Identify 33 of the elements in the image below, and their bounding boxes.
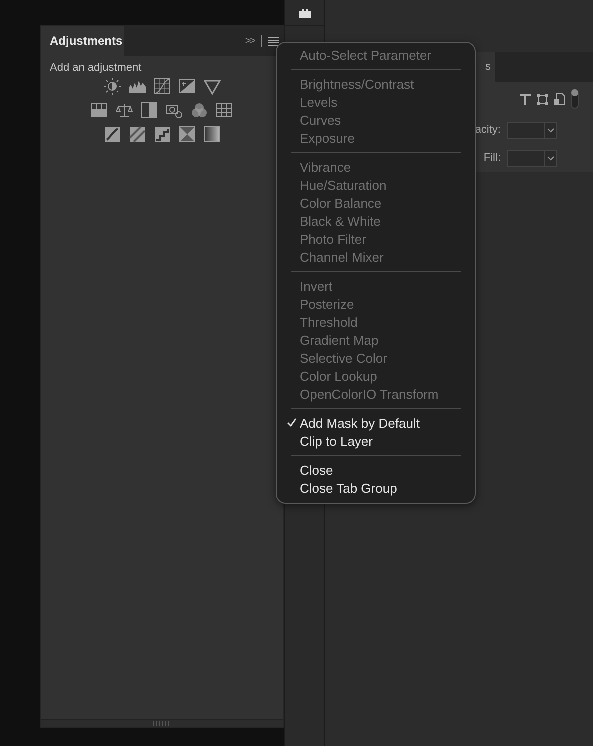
menu-item[interactable]: Close (277, 461, 475, 479)
panel-subtitle: Add an adjustment (50, 62, 143, 74)
scales-icon[interactable] (116, 102, 133, 119)
slash-square-icon[interactable] (104, 126, 120, 143)
gradient-icon[interactable] (204, 126, 220, 143)
menu-item[interactable]: Clip to Layer (277, 432, 475, 450)
triangle-icon[interactable] (204, 78, 220, 95)
diagonal-icon[interactable] (128, 126, 146, 143)
hourglass-icon[interactable] (178, 126, 196, 143)
chevron-down-icon[interactable] (544, 122, 556, 138)
menu-item[interactable]: Close Tab Group (277, 479, 475, 497)
panel-tab[interactable]: Adjustments (41, 26, 124, 56)
sun-icon[interactable] (104, 78, 120, 95)
plugin-icon[interactable] (298, 8, 310, 18)
menu-icon[interactable] (268, 36, 279, 46)
grid-icon[interactable] (216, 102, 233, 119)
transform-icon[interactable] (537, 94, 548, 104)
fill-label: Fill: (484, 152, 501, 164)
opacity-label: acity: (475, 124, 501, 136)
type-icon[interactable] (520, 94, 531, 104)
toggle-icon[interactable] (571, 89, 579, 109)
document-icon[interactable] (554, 93, 565, 105)
curve-grid-icon[interactable] (154, 78, 170, 95)
plus-minus-icon[interactable] (178, 78, 196, 95)
chevron-down-icon[interactable] (544, 150, 556, 166)
circles-icon[interactable] (191, 102, 208, 119)
checkmark-icon (287, 418, 297, 427)
grip-icon[interactable] (153, 721, 171, 726)
gradient-grid-icon[interactable] (91, 102, 108, 119)
menu-item[interactable]: Add Mask by Default (277, 414, 475, 432)
stairs-icon[interactable] (154, 126, 170, 143)
half-square-icon[interactable] (141, 102, 158, 119)
collapse-button[interactable]: >> (245, 36, 255, 46)
